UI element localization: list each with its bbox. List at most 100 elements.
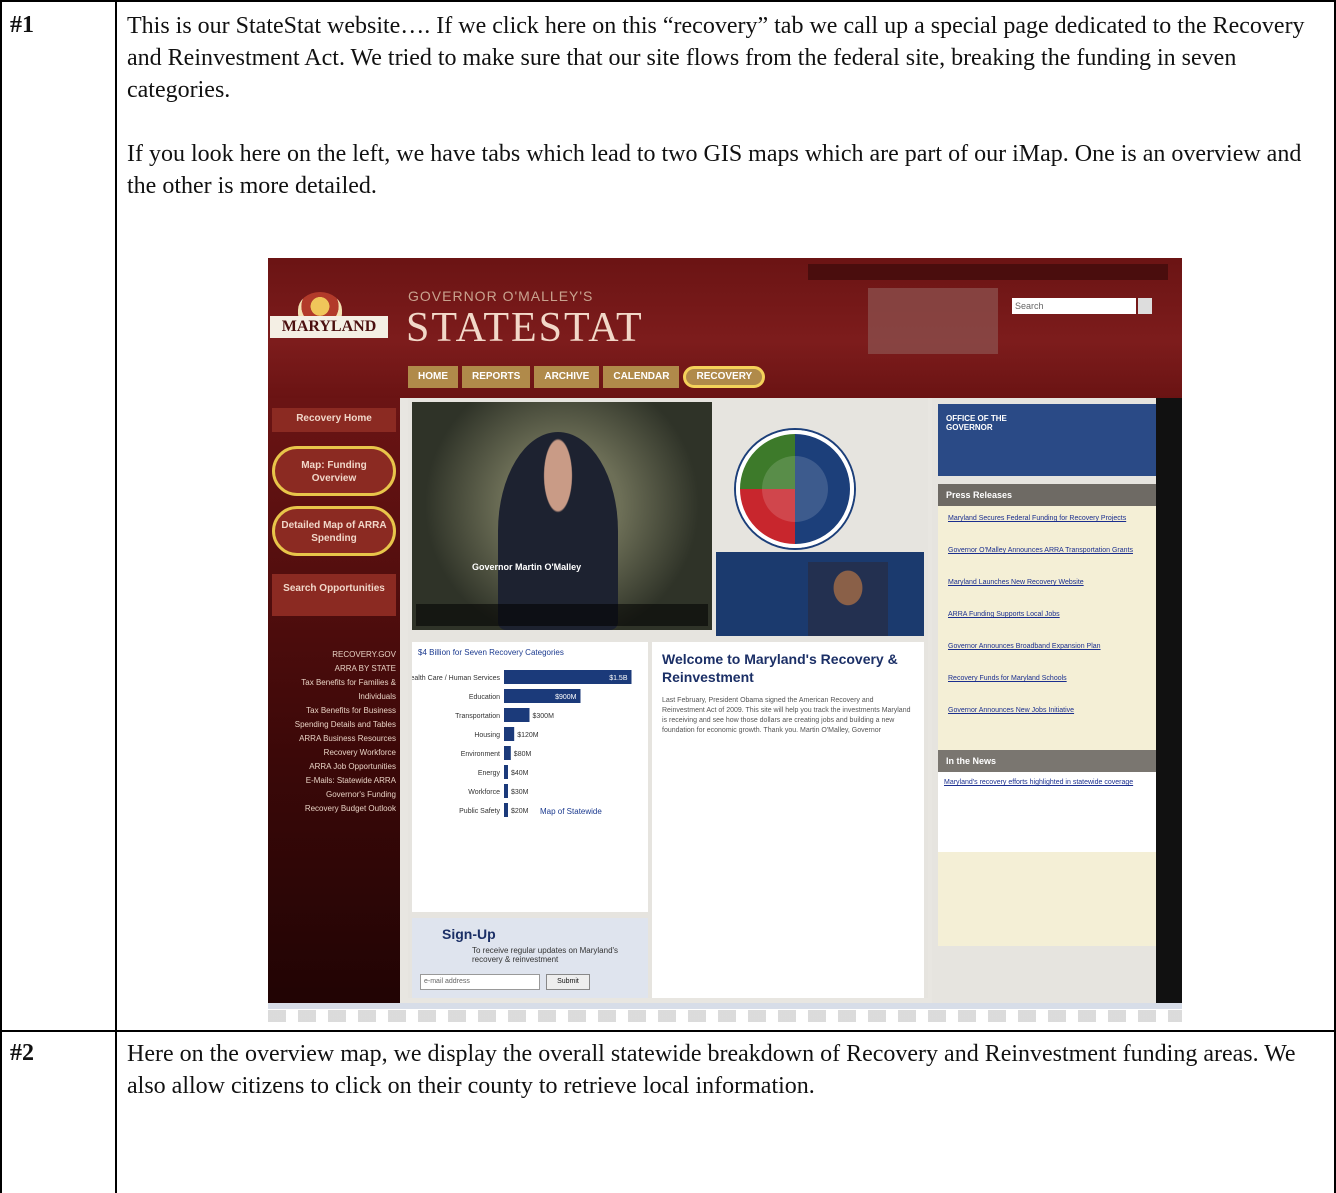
tab-archive[interactable]: ARCHIVE bbox=[534, 366, 600, 388]
website-screenshot: MARYLAND GOVERNOR O'MALLEY'S STATESTAT S… bbox=[268, 258, 1182, 1003]
chart-map-link[interactable]: Map of Statewide bbox=[540, 807, 602, 816]
bar[interactable] bbox=[504, 765, 508, 779]
bar-value-label: $80M bbox=[514, 751, 532, 758]
search-input[interactable]: Search bbox=[1012, 298, 1136, 314]
nav-link[interactable]: Recovery Budget Outlook bbox=[272, 802, 396, 816]
nav-link[interactable]: Recovery Workforce bbox=[272, 746, 396, 760]
left-navigation: Recovery Home Map: Funding Overview Deta… bbox=[268, 398, 400, 1003]
submit-button[interactable]: Submit bbox=[546, 974, 590, 990]
video-speaker-image bbox=[498, 432, 618, 630]
bar-value-label: $30M bbox=[511, 789, 529, 796]
signup-panel: Sign-Up To receive regular updates on Ma… bbox=[412, 918, 648, 998]
site-header: MARYLAND GOVERNOR O'MALLEY'S STATESTAT S… bbox=[268, 258, 1182, 398]
search-go-button[interactable] bbox=[1138, 298, 1152, 314]
nav-detailed-map[interactable]: Detailed Map of ARRA Spending bbox=[272, 506, 396, 556]
table-row-divider bbox=[0, 1030, 1336, 1032]
bar[interactable] bbox=[504, 784, 508, 798]
row-paragraph: This is our StateStat website…. If we cl… bbox=[127, 13, 1305, 103]
nav-link[interactable]: ARRA Job Opportunities bbox=[272, 760, 396, 774]
governor-line: GOVERNOR O'MALLEY'S bbox=[408, 288, 594, 304]
bar-category-label: Transportation bbox=[455, 713, 500, 720]
bar-value-label: $900M bbox=[555, 694, 577, 701]
press-item[interactable]: Governor Announces New Jobs Initiative bbox=[948, 706, 1148, 715]
president-image bbox=[808, 562, 888, 636]
bar-value-label: $1.5B bbox=[609, 675, 628, 682]
right-column: OFFICE OF THE GOVERNOR Press Releases Ma… bbox=[932, 398, 1182, 1003]
press-releases-list: Maryland Secures Federal Funding for Rec… bbox=[938, 506, 1158, 946]
table-border-left bbox=[0, 0, 2, 1193]
row-number: #1 bbox=[10, 12, 34, 38]
tab-calendar[interactable]: CALENDAR bbox=[603, 366, 680, 388]
nav-search-opportunities[interactable]: Search Opportunities bbox=[272, 574, 396, 616]
nav-links: RECOVERY.GOV ARRA BY STATE Tax Benefits … bbox=[272, 648, 396, 816]
top-utility-bar bbox=[808, 264, 1168, 280]
bar[interactable] bbox=[504, 803, 508, 817]
bar-value-label: $300M bbox=[533, 713, 555, 720]
tab-recovery[interactable]: RECOVERY bbox=[683, 366, 766, 388]
in-the-news-heading: In the News bbox=[938, 750, 1158, 772]
bar-value-label: $120M bbox=[517, 732, 539, 739]
tab-reports[interactable]: REPORTS bbox=[462, 366, 531, 388]
chart-title: $4 Billion for Seven Recovery Categories bbox=[418, 648, 564, 657]
video-caption: Governor Martin O'Malley bbox=[472, 562, 582, 572]
bar-category-label: Housing bbox=[474, 732, 500, 739]
bar[interactable] bbox=[504, 727, 515, 741]
site-title: STATESTAT bbox=[406, 305, 644, 351]
main-tabs: HOME REPORTS ARCHIVE CALENDAR RECOVERY bbox=[408, 366, 766, 388]
press-item[interactable]: Maryland Launches New Recovery Website bbox=[948, 578, 1148, 587]
row-number: #2 bbox=[10, 1040, 34, 1066]
nav-recovery-home[interactable]: Recovery Home bbox=[272, 408, 396, 432]
row-paragraph: Here on the overview map, we display the… bbox=[127, 1041, 1296, 1099]
table-column-divider bbox=[115, 0, 117, 1193]
recovery-seal-logo bbox=[736, 430, 854, 548]
president-video-thumbnail[interactable] bbox=[716, 552, 924, 636]
browser-status-text bbox=[268, 1010, 1182, 1022]
bar-value-label: $40M bbox=[511, 770, 529, 777]
video-control-bar[interactable] bbox=[416, 604, 708, 626]
press-item[interactable]: Recovery Funds for Maryland Schools bbox=[948, 674, 1148, 683]
nav-link[interactable]: Governor's Funding bbox=[272, 788, 396, 802]
press-item[interactable]: Governor O'Malley Announces ARRA Transpo… bbox=[948, 546, 1148, 555]
bar[interactable] bbox=[504, 746, 511, 760]
center-content: Governor Martin O'Malley $4 Billion for … bbox=[408, 398, 928, 998]
in-the-news-link[interactable]: Maryland's recovery efforts highlighted … bbox=[938, 772, 1158, 852]
bar-category-label: Environment bbox=[461, 751, 500, 758]
bar-category-label: Energy bbox=[478, 770, 501, 777]
welcome-title: Welcome to Maryland's Recovery & Reinves… bbox=[662, 651, 898, 685]
browser-status-bar bbox=[268, 1003, 1182, 1009]
nav-link[interactable]: ARRA Business Resources bbox=[272, 732, 396, 746]
nav-link[interactable]: Tax Benefits for Business bbox=[272, 704, 396, 718]
nav-link[interactable]: E-Mails: Statewide ARRA bbox=[272, 774, 396, 788]
seal-center bbox=[762, 456, 828, 522]
chart-svg: Health Care / Human Services $1.5B Educati… bbox=[412, 670, 632, 817]
bar-category-label: Public Safety bbox=[459, 808, 500, 815]
nav-link[interactable]: Tax Benefits for Families & Individuals bbox=[272, 676, 396, 704]
press-item[interactable]: ARRA Funding Supports Local Jobs bbox=[948, 610, 1148, 619]
email-field[interactable]: e-mail address bbox=[420, 974, 540, 990]
signup-title: Sign-Up bbox=[442, 926, 496, 942]
nav-link[interactable]: Spending Details and Tables bbox=[272, 718, 396, 732]
bar-category-label: Workforce bbox=[468, 789, 500, 796]
maryland-logo-text: MARYLAND bbox=[270, 316, 388, 338]
press-item[interactable]: Maryland Secures Federal Funding for Rec… bbox=[948, 514, 1148, 523]
governor-banner-text: OFFICE OF THE GOVERNOR bbox=[946, 414, 1007, 432]
signup-text: To receive regular updates on Maryland's… bbox=[472, 946, 619, 964]
video-player[interactable]: Governor Martin O'Malley bbox=[412, 402, 712, 630]
press-item[interactable]: Governor Announces Broadband Expansion P… bbox=[948, 642, 1148, 651]
table-border-top bbox=[0, 0, 1336, 2]
nav-link[interactable]: ARRA BY STATE bbox=[272, 662, 396, 676]
window-edge bbox=[1156, 398, 1182, 1003]
funding-chart: $4 Billion for Seven Recovery Categories… bbox=[412, 642, 648, 912]
press-releases-heading: Press Releases bbox=[938, 484, 1158, 506]
bar[interactable] bbox=[504, 708, 530, 722]
welcome-panel: Welcome to Maryland's Recovery & Reinves… bbox=[652, 642, 924, 998]
bar-value-label: $20M bbox=[511, 808, 529, 815]
tab-home[interactable]: HOME bbox=[408, 366, 458, 388]
bar-category-label: Education bbox=[469, 694, 500, 701]
welcome-body: Last February, President Obama signed th… bbox=[662, 697, 911, 734]
header-photo bbox=[868, 288, 998, 354]
bar-category-label: Health Care / Human Services bbox=[412, 675, 500, 682]
governor-banner[interactable]: OFFICE OF THE GOVERNOR bbox=[938, 404, 1158, 476]
nav-funding-overview[interactable]: Map: Funding Overview bbox=[272, 446, 396, 496]
nav-link[interactable]: RECOVERY.GOV bbox=[272, 648, 396, 662]
